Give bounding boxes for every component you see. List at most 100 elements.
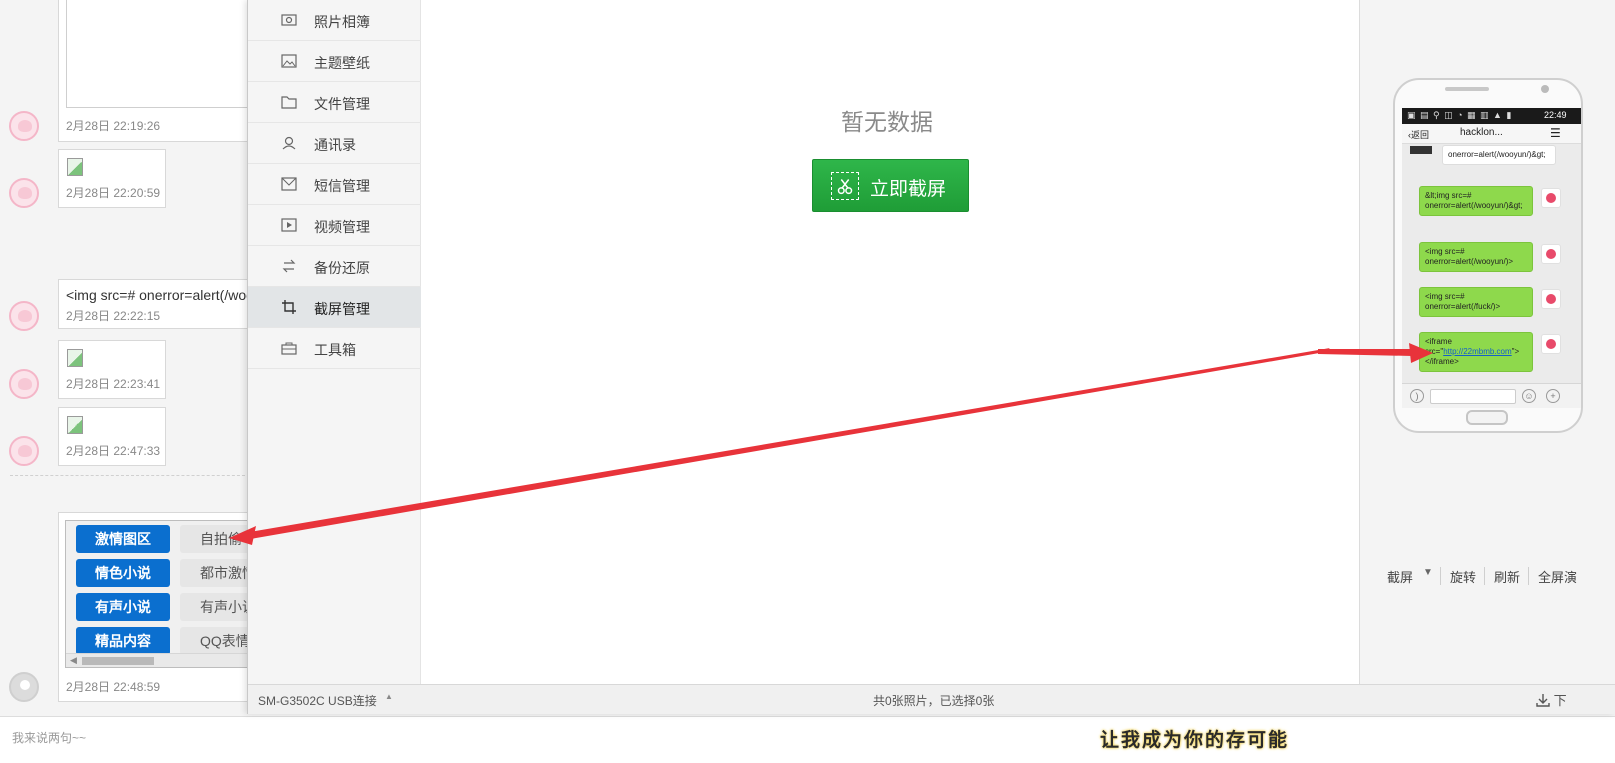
scroll-left-icon[interactable]: ◀: [70, 655, 77, 666]
nav-item-video[interactable]: 视频管理: [248, 205, 421, 246]
phone-back-button[interactable]: ‹返回: [1408, 128, 1429, 141]
nav-item-screenshot[interactable]: 截屏管理: [248, 287, 421, 328]
scrollbar-thumb[interactable]: [82, 657, 154, 665]
fullscreen-button[interactable]: 全屏演: [1538, 567, 1577, 586]
screenshot-content: 暂无数据 立即截屏: [421, 0, 1359, 684]
avatar[interactable]: [9, 178, 39, 208]
voice-icon[interactable]: ): [1410, 389, 1424, 403]
nav-label: 短信管理: [314, 178, 370, 194]
menu-primary-button[interactable]: 精品内容: [76, 627, 170, 655]
menu-icon[interactable]: ☰: [1550, 126, 1561, 140]
comment-input[interactable]: 我来说两句~~: [12, 729, 86, 746]
phone-avatar: [1541, 289, 1561, 309]
side-nav: 照片相簿 主题壁纸 文件管理 通讯录 短信管理 视频管理 备份还原 截屏管理 工…: [248, 0, 421, 684]
download-label: 下: [1553, 693, 1567, 708]
chat-message: 2月28日 22:19:26: [58, 0, 258, 142]
phone-back-label: 返回: [1411, 130, 1430, 140]
photo-count: 共0张照片，已选择0张: [873, 694, 995, 708]
photo-album-icon: [281, 14, 297, 26]
phone-chat-header: ‹返回 hacklon... ☰: [1402, 124, 1581, 144]
toolbox-icon: [281, 342, 297, 355]
phone-clock: 22:49: [1544, 110, 1567, 120]
phone-home-button[interactable]: [1466, 410, 1508, 425]
message-time: 2月28日 22:20:59: [66, 186, 161, 200]
image-frame: [66, 0, 252, 108]
nav-item-contacts[interactable]: 通讯录: [248, 123, 421, 164]
nav-label: 主题壁纸: [314, 55, 370, 71]
phone-speaker: [1445, 87, 1489, 91]
broken-image-icon: [67, 158, 83, 176]
device-status: SM-G3502C USB连接: [258, 694, 377, 708]
avatar[interactable]: [9, 672, 39, 702]
comment-bar: 我来说两句~~ 让我成为你的存可能: [0, 716, 1615, 763]
nav-item-photo-album[interactable]: 照片相簿: [248, 0, 421, 41]
nav-label: 通讯录: [314, 137, 356, 153]
avatar[interactable]: [9, 369, 39, 399]
capture-now-button[interactable]: 立即截屏: [812, 159, 969, 212]
embedded-menu: 激情图区 自拍偷 情色小说 都市激情 有声小说 有声小说 精品内容 QQ表情 ◀: [65, 520, 265, 668]
phone-message-out-iframe: <iframe src="http://22mbmb.com"></iframe…: [1419, 332, 1533, 372]
nav-label: 工具箱: [314, 342, 356, 358]
nav-item-sms[interactable]: 短信管理: [248, 164, 421, 205]
message-time: 2月28日 22:23:41: [66, 377, 161, 391]
video-icon: [281, 218, 297, 232]
refresh-button[interactable]: 刷新: [1494, 567, 1520, 586]
phone-message-in: onerror=alert(/wooyun/)&gt;: [1442, 145, 1556, 165]
plus-icon[interactable]: +: [1546, 389, 1560, 403]
divider: [10, 475, 250, 476]
menu-primary-button[interactable]: 情色小说: [76, 559, 170, 587]
nav-label: 视频管理: [314, 219, 370, 235]
menu-primary-button[interactable]: 有声小说: [76, 593, 170, 621]
nav-label: 截屏管理: [314, 301, 370, 317]
chevron-up-icon[interactable]: ▲: [385, 692, 393, 701]
nav-item-backup[interactable]: 备份还原: [248, 246, 421, 287]
divider: [1528, 567, 1529, 585]
rotate-button[interactable]: 旋转: [1450, 567, 1476, 586]
emoji-icon[interactable]: ☺: [1522, 389, 1536, 403]
phone-message-out: &lt;img src=# onerror=alert(/wooyun/)&gt…: [1419, 186, 1533, 216]
phone-avatar: [1541, 334, 1561, 354]
scissors-icon: [831, 172, 859, 200]
phone-screen: ▣ ▤ ⚲ ◫ ◔ ▦ ▥ ▲ ▮ 22:49 ‹返回 hacklon... ☰…: [1402, 108, 1581, 408]
status-icons: ▣ ▤ ⚲ ◫ ◔ ▦ ▥ ▲ ▮: [1407, 110, 1513, 120]
chat-message: 2月28日 22:23:41: [58, 340, 166, 399]
phone-contact-name: hacklon...: [1460, 127, 1503, 138]
phone-message-out: <img src=# onerror=alert(/fuck/)>: [1419, 287, 1533, 317]
nav-item-toolbox[interactable]: 工具箱: [248, 328, 421, 369]
phone-status-bar: ▣ ▤ ⚲ ◫ ◔ ▦ ▥ ▲ ▮ 22:49: [1402, 108, 1581, 124]
menu-primary-button[interactable]: 激情图区: [76, 525, 170, 553]
broken-image-icon: [67, 416, 83, 434]
chat-message: 2月28日 22:20:59: [58, 149, 166, 208]
chevron-down-icon[interactable]: ▼: [1423, 567, 1433, 578]
message-time: 2月28日 22:48:59: [66, 680, 161, 694]
nav-label: 照片相簿: [314, 14, 370, 30]
banner-text: 让我成为你的存可能: [1100, 730, 1290, 751]
empty-state-text: 暂无数据: [841, 109, 933, 135]
nav-label: 备份还原: [314, 260, 370, 276]
sms-icon: [281, 177, 297, 191]
contacts-icon: [282, 136, 296, 150]
iframe-link[interactable]: http://22mbmb.com: [1443, 347, 1511, 356]
horizontal-scrollbar[interactable]: ◀: [66, 653, 264, 667]
avatar[interactable]: [9, 436, 39, 466]
phone-avatar: [1541, 188, 1561, 208]
screenshot: 2月28日 22:19:26 2月28日 22:20:59 <img src=#…: [0, 0, 1615, 763]
chat-area: 2月28日 22:19:26 2月28日 22:20:59 <img src=#…: [0, 0, 265, 740]
phone-text-input[interactable]: [1430, 389, 1516, 404]
nav-item-wallpaper[interactable]: 主题壁纸: [248, 41, 421, 82]
phone-camera: [1541, 85, 1549, 93]
screenshot-control[interactable]: 截屏: [1387, 567, 1413, 586]
wallpaper-icon: [281, 54, 297, 68]
avatar[interactable]: [9, 111, 39, 141]
download-button[interactable]: 下: [1536, 690, 1567, 709]
avatar[interactable]: [9, 301, 39, 331]
preview-controls: 截屏 ▼ 旋转 刷新 全屏演: [1387, 567, 1615, 585]
screenshot-icon: [282, 300, 296, 314]
nav-item-files[interactable]: 文件管理: [248, 82, 421, 123]
message-time: 2月28日 22:19:26: [66, 119, 161, 133]
message-text: <img src=# onerror=alert(/woo: [66, 287, 254, 303]
phone-preview: ▣ ▤ ⚲ ◫ ◔ ▦ ▥ ▲ ▮ 22:49 ‹返回 hacklon... ☰…: [1393, 78, 1583, 433]
phone-input-bar: ) ☺ +: [1402, 383, 1581, 408]
chat-message: <img src=# onerror=alert(/woo 2月28日 22:2…: [58, 279, 258, 329]
download-icon: [1536, 694, 1550, 707]
